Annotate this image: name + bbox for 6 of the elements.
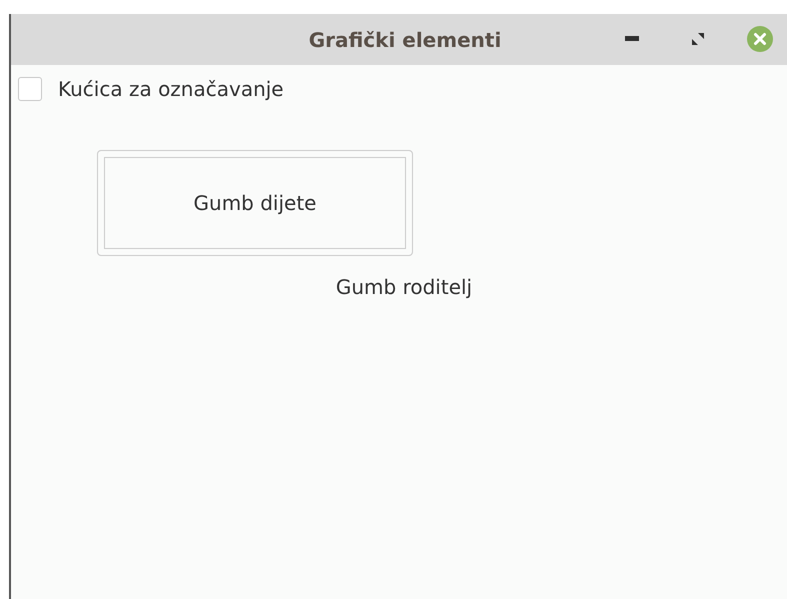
checkbox-label[interactable]: Kućica za označavanje: [58, 77, 284, 101]
window-title: Grafički elementi: [308, 28, 502, 52]
child-button[interactable]: Gumb dijete: [97, 150, 413, 256]
checkbox[interactable]: [18, 77, 42, 101]
maximize-icon[interactable]: [692, 33, 704, 45]
minimize-icon[interactable]: [625, 36, 639, 42]
